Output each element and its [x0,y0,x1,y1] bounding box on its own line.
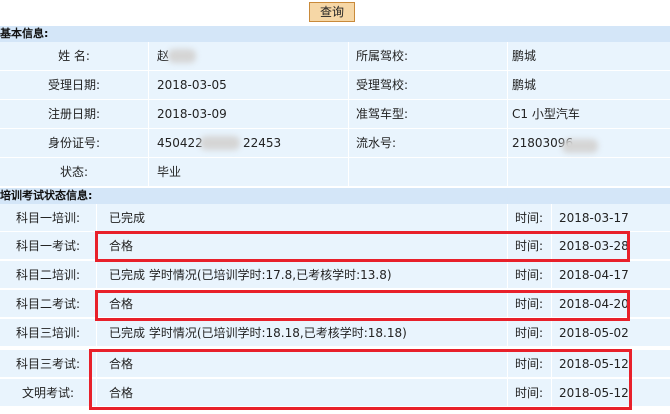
subject2-training-label: 科目二培训: [15,268,81,282]
status-value: 毕业 [157,165,182,179]
subject1-exam-label: 科目一考试: [15,239,81,253]
training-info-header: 培训考试状态信息: [0,188,670,204]
training-row: 科目二培训: 已完成 学时情况(已培训学时:17.8,已考核学时:13.8) 时… [0,261,670,289]
vehicle-class-label: 准驾车型: [356,107,409,121]
redacted-mask [200,136,240,150]
basic-info-header: 基本信息: [0,26,670,42]
id-number-label: 身份证号: [47,136,101,150]
subject2-training-status: 已完成 学时情况(已培训学时:17.8,已考核学时:13.8) [109,268,392,282]
subject2-training-time: 2018-04-17 [559,268,629,282]
subject3-training-time: 2018-05-02 [559,326,629,340]
id-number-prefix: 450422 [157,136,203,150]
highlight-box [95,290,630,321]
civility-exam-label: 文明考试: [21,386,75,400]
name-label: 姓 名: [58,49,90,63]
subject1-training-time: 2018-03-17 [559,211,629,225]
vehicle-class-value: C1 小型汽车 [512,107,580,121]
training-row: 科目一培训: 已完成 时间: 2018-03-17 [0,204,670,232]
accept-school-value: 鹏城 [512,78,537,92]
subject3-training-label: 科目三培训: [15,326,81,340]
accept-school-label: 受理驾校: [356,78,409,92]
query-button[interactable]: 查询 [309,2,355,22]
redacted-mask [168,49,196,63]
toolbar: 查询 [0,0,670,26]
school-value: 鹏城 [512,49,537,63]
basic-info-row: 姓 名: 赵 所属驾校: 鹏城 [0,42,670,71]
basic-info-row: 状态: 毕业 [0,158,670,187]
serial-number-label: 流水号: [356,136,397,150]
school-label: 所属驾校: [356,49,409,63]
register-date-label: 注册日期: [47,107,101,121]
basic-info-row: 注册日期: 2018-03-09 准驾车型: C1 小型汽车 [0,100,670,129]
time-label: 时间: [515,326,544,340]
basic-info-row: 受理日期: 2018-03-05 受理驾校: 鹏城 [0,71,670,100]
subject3-exam-label: 科目三考试: [15,357,81,371]
accept-date-value: 2018-03-05 [157,78,227,92]
subject2-exam-label: 科目二考试: [15,297,81,311]
time-label: 时间: [515,211,544,225]
subject1-training-label: 科目一培训: [15,211,81,225]
highlight-box [89,349,632,410]
subject3-training-status: 已完成 学时情况(已培训学时:18.18,已考核学时:18.18) [109,326,407,340]
time-label: 时间: [515,268,544,282]
accept-date-label: 受理日期: [47,78,101,92]
redacted-mask [562,139,598,153]
id-number-suffix: 22453 [243,136,282,150]
register-date-value: 2018-03-09 [157,107,227,121]
basic-info-row: 身份证号: 450422 22453 流水号: 21803096 [0,129,670,158]
status-label: 状态: [59,165,89,179]
training-row: 科目三培训: 已完成 学时情况(已培训学时:18.18,已考核学时:18.18)… [0,319,670,347]
highlight-box [95,231,630,262]
subject1-training-status: 已完成 [109,211,146,225]
